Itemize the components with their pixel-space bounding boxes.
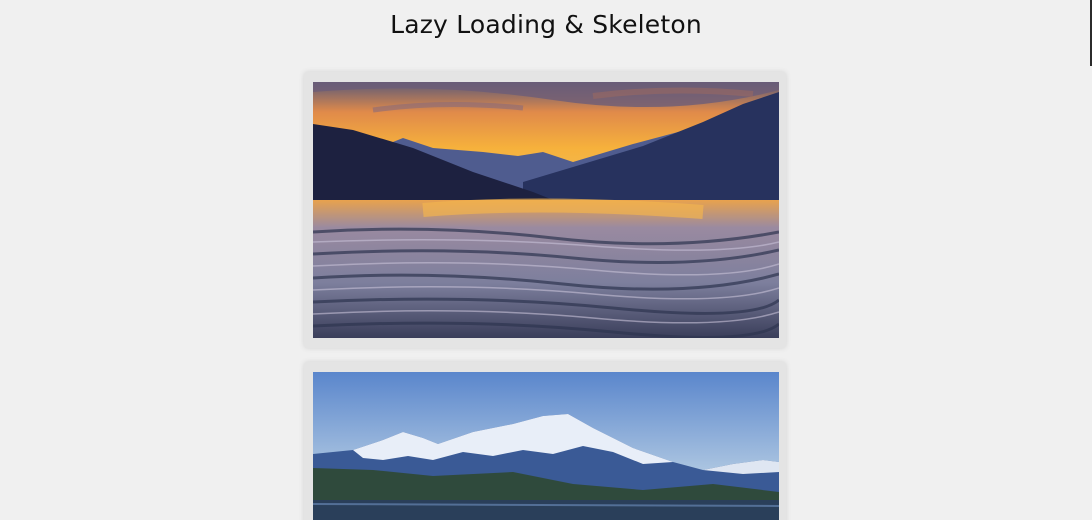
page: Lazy Loading & Skeleton xyxy=(0,0,1092,520)
sunset-lake-image xyxy=(313,82,779,338)
image-card xyxy=(304,72,786,348)
image-card xyxy=(304,362,786,520)
snowy-mountain-image xyxy=(313,372,779,520)
page-title: Lazy Loading & Skeleton xyxy=(390,10,702,39)
